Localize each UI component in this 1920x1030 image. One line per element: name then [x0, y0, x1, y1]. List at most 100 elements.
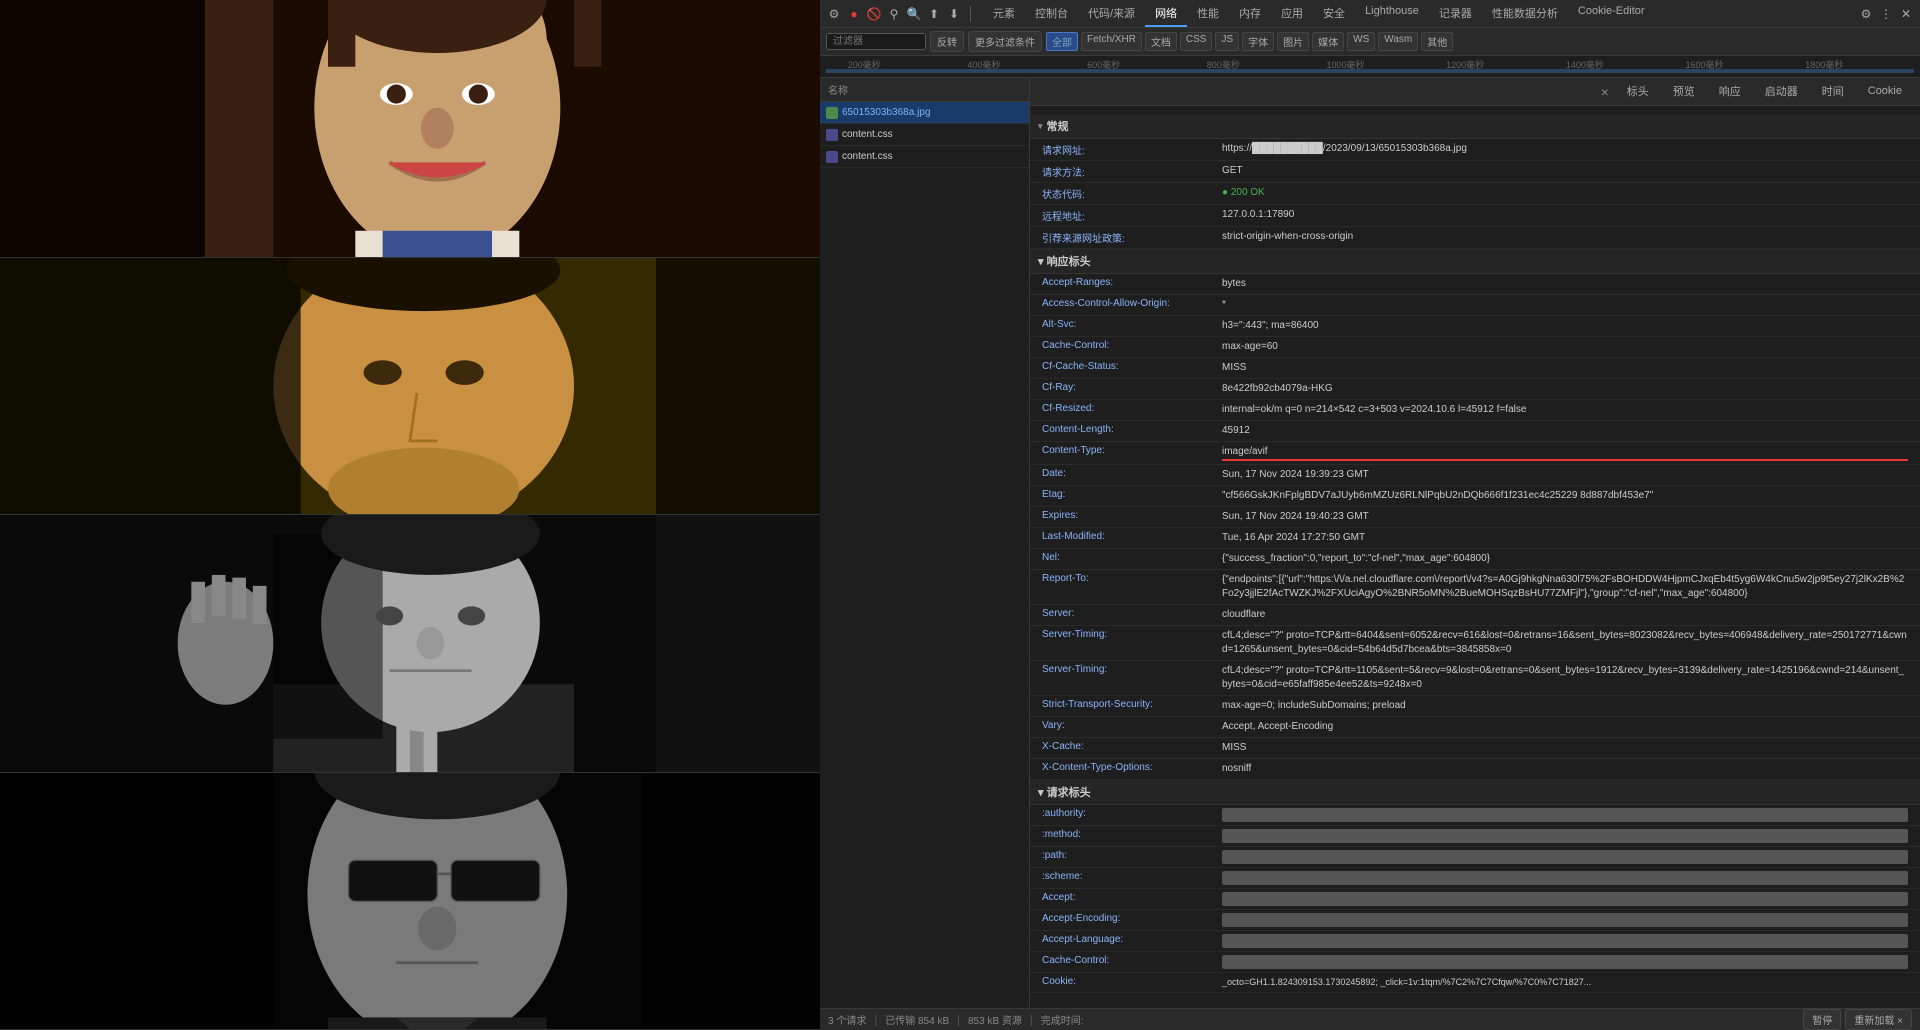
filter-wasm[interactable]: Wasm: [1378, 32, 1418, 51]
request-item-0[interactable]: 65015303b368a.jpg: [820, 102, 1029, 124]
request-list-header: 名称: [820, 78, 1029, 102]
resp-row-server: Server: cloudflare: [1030, 605, 1920, 626]
tab-cookie-editor[interactable]: Cookie-Editor: [1568, 1, 1655, 27]
close-detail-btn[interactable]: ×: [1595, 84, 1615, 100]
filter-all[interactable]: 全部: [1046, 32, 1078, 51]
resp-row-accept-ranges: Accept-Ranges: bytes: [1030, 274, 1920, 295]
request-icon-css-2: [826, 151, 838, 163]
filter-doc[interactable]: 文档: [1145, 32, 1177, 51]
reload-btn[interactable]: 重新加载 ×: [1845, 1009, 1912, 1030]
resp-key-alt-svc: Alt-Svc:: [1042, 319, 1222, 330]
request-item-2[interactable]: content.css: [820, 146, 1029, 168]
filter-font[interactable]: 字体: [1242, 32, 1274, 51]
tab-memory[interactable]: 内存: [1229, 1, 1271, 27]
general-key-url: 请求网址:: [1042, 142, 1222, 157]
face-image-1: TOMB: [0, 0, 820, 258]
req-val-path: ████████████████████: [1222, 850, 1908, 864]
resp-val-etag: "cf566GskJKnFplgBDV7aJUyb6mMZUz6RLNlPqbU…: [1222, 489, 1908, 503]
tab-recorder[interactable]: 记录器: [1429, 1, 1482, 27]
close-devtools-icon[interactable]: ✕: [1898, 6, 1914, 22]
tab-console[interactable]: 控制台: [1025, 1, 1078, 27]
req-key-scheme: :scheme:: [1042, 871, 1222, 882]
filter-other[interactable]: 其他: [1421, 32, 1453, 51]
detail-tab-response[interactable]: 响应: [1707, 79, 1753, 105]
filter-fetchxhr[interactable]: Fetch/XHR: [1081, 32, 1142, 51]
more-options-icon[interactable]: ⋮: [1878, 6, 1894, 22]
general-val-remote: 127.0.0.1:17890: [1222, 208, 1908, 222]
devtools-toolbar: ⚙ ● 🚫 ⚲ 🔍 ⬆ ⬇ 元素 控制台 代码/来源 网络 性能 内存 应用 安…: [820, 0, 1920, 28]
detail-tab-cookie[interactable]: Cookie: [1856, 81, 1914, 103]
detail-tab-headers[interactable]: 标头: [1615, 79, 1661, 105]
devtools-export-icon[interactable]: ⬇: [946, 6, 962, 22]
resp-row-report-to: Report-To: {"endpoints":[{"url":"https:\…: [1030, 570, 1920, 605]
devtools-search-icon[interactable]: 🔍: [906, 6, 922, 22]
req-row-cache: Cache-Control: ████████: [1030, 952, 1920, 973]
resp-val-sts: max-age=0; includeSubDomains; preload: [1222, 699, 1908, 713]
req-val-cache: ████████: [1222, 955, 1908, 969]
filter-input[interactable]: [826, 33, 926, 50]
req-val-cookie: _octo=GH1.1.824309153.1730245892; _click…: [1222, 976, 1908, 989]
resp-row-etag: Etag: "cf566GskJKnFplgBDV7aJUyb6mMZUz6RL…: [1030, 486, 1920, 507]
req-key-cache: Cache-Control:: [1042, 955, 1222, 966]
detail-tab-preview[interactable]: 预览: [1661, 79, 1707, 105]
resp-val-server-timing-2: cfL4;desc="?" proto=TCP&rtt=1105&sent=5&…: [1222, 664, 1908, 692]
response-headers-section-header[interactable]: ▾ 响应标头: [1030, 249, 1920, 274]
filter-ws[interactable]: WS: [1347, 32, 1375, 51]
filter-media[interactable]: 媒体: [1312, 32, 1344, 51]
request-icon-css-1: [826, 129, 838, 141]
req-key-path: :path:: [1042, 850, 1222, 861]
request-name-2: content.css: [842, 151, 1023, 162]
tab-sources[interactable]: 代码/来源: [1078, 1, 1145, 27]
devtools-clear-icon[interactable]: 🚫: [866, 6, 882, 22]
general-section-header[interactable]: ▾ 常规: [1030, 114, 1920, 139]
req-row-accept-language: Accept-Language: ████: [1030, 931, 1920, 952]
filter-css[interactable]: CSS: [1180, 32, 1213, 51]
devtools-main-tabs: 元素 控制台 代码/来源 网络 性能 内存 应用 安全 Lighthouse 记…: [983, 1, 1854, 27]
filter-img[interactable]: 图片: [1277, 32, 1309, 51]
settings-icon[interactable]: ⚙: [1858, 6, 1874, 22]
tab-elements[interactable]: 元素: [983, 1, 1025, 27]
content-area: 名称 65015303b368a.jpg content.css content…: [820, 78, 1920, 1008]
req-row-accept: Accept: ████████████████████████████████: [1030, 889, 1920, 910]
general-row-referrer: 引荐来源网址政策: strict-origin-when-cross-origi…: [1030, 227, 1920, 249]
tab-application[interactable]: 应用: [1271, 1, 1313, 27]
req-key-cookie: Cookie:: [1042, 976, 1222, 987]
status-bar: 3 个请求 | 已传输 854 kB | 853 kB 资源 | 完成时间: 暂…: [820, 1008, 1920, 1030]
resp-key-cf-ray: Cf-Ray:: [1042, 382, 1222, 393]
resp-val-cache-control: max-age=60: [1222, 340, 1908, 354]
resp-val-expires: Sun, 17 Nov 2024 19:40:23 GMT: [1222, 510, 1908, 524]
request-headers-section-header[interactable]: ▾ 请求标头: [1030, 780, 1920, 805]
resp-row-xcto: X-Content-Type-Options: nosniff: [1030, 759, 1920, 780]
req-key-accept-encoding: Accept-Encoding:: [1042, 913, 1222, 924]
devtools-record-icon[interactable]: ●: [846, 6, 862, 22]
detail-tab-initiator[interactable]: 启动器: [1753, 79, 1810, 105]
tab-network[interactable]: 网络: [1145, 1, 1187, 27]
tab-performance-insights[interactable]: 性能数据分析: [1482, 1, 1568, 27]
image-panel: TOMB: [0, 0, 820, 1030]
resp-val-cf-resized: internal=ok/m q=0 n=214×542 c=3+503 v=20…: [1222, 403, 1908, 417]
resp-key-xcache: X-Cache:: [1042, 741, 1222, 752]
devtools-import-icon[interactable]: ⬆: [926, 6, 942, 22]
resp-key-expires: Expires:: [1042, 510, 1222, 521]
pause-btn[interactable]: 暂停: [1803, 1009, 1841, 1030]
general-row-remote: 远程地址: 127.0.0.1:17890: [1030, 205, 1920, 227]
status-sep-3: |: [1030, 1014, 1033, 1026]
tab-lighthouse[interactable]: Lighthouse: [1355, 1, 1429, 27]
more-filters-btn[interactable]: 更多过滤条件: [968, 31, 1042, 52]
request-item-1[interactable]: content.css: [820, 124, 1029, 146]
devtools-settings-icon[interactable]: ⚙: [826, 6, 842, 22]
resp-val-report-to: {"endpoints":[{"url":"https:\/\/a.nel.cl…: [1222, 573, 1908, 601]
tab-performance[interactable]: 性能: [1187, 1, 1229, 27]
invert-btn[interactable]: 反转: [930, 31, 964, 52]
resp-val-server: cloudflare: [1222, 608, 1908, 622]
req-val-accept-encoding: ████ ████ ████: [1222, 913, 1908, 927]
filter-js[interactable]: JS: [1215, 32, 1239, 51]
face-image-4: [0, 773, 820, 1030]
resp-key-etag: Etag:: [1042, 489, 1222, 500]
general-key-method: 请求方法:: [1042, 164, 1222, 179]
devtools-filter-icon[interactable]: ⚲: [886, 6, 902, 22]
resp-val-date: Sun, 17 Nov 2024 19:39:23 GMT: [1222, 468, 1908, 482]
detail-tab-timing[interactable]: 时间: [1810, 79, 1856, 105]
tab-security[interactable]: 安全: [1313, 1, 1355, 27]
detail-panel: × 标头 预览 响应 启动器 时间 Cookie ▾ 常规 请求网址: http…: [1030, 78, 1920, 1008]
